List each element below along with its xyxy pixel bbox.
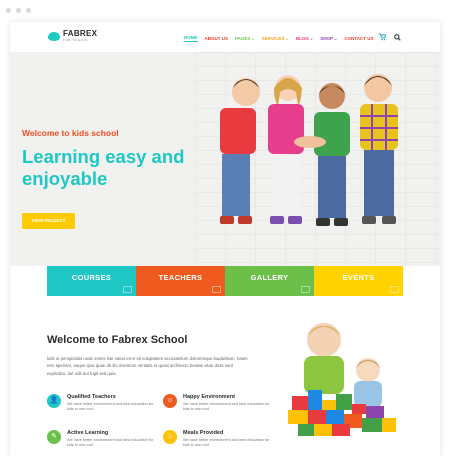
chevron-down-icon: ⌄	[309, 35, 314, 41]
view-project-button[interactable]: VIEW PROJECT	[22, 213, 75, 229]
courses-icon	[123, 286, 132, 293]
window-dot	[6, 8, 11, 13]
tile-events[interactable]: EVENTS	[314, 266, 403, 296]
window-controls	[6, 8, 31, 13]
brand-tagline: FOR SCHOOL	[63, 38, 89, 42]
chevron-down-icon: ⌄	[333, 35, 338, 41]
tile-gallery[interactable]: GALLERY	[225, 266, 314, 296]
tile-teachers[interactable]: TEACHERS	[136, 266, 225, 296]
main-nav: HOME ABOUT US PAGES⌄ SERVICES⌄ BLOG⌄ SHO…	[184, 33, 402, 43]
window-dot	[16, 8, 21, 13]
welcome-title: Welcome to Fabrex School	[47, 334, 188, 346]
feature-tiles: COURSES TEACHERS GALLERY EVENTS	[47, 266, 403, 296]
nav-shop[interactable]: SHOP⌄	[320, 36, 337, 41]
hero-title: Learning easy and enjoyable	[22, 146, 185, 189]
logo-mark-icon	[48, 31, 60, 41]
nav-contact-us[interactable]: CONTACT US	[344, 36, 373, 41]
nav-pages[interactable]: PAGES⌄	[235, 36, 255, 41]
teacher-icon: 👤	[47, 394, 61, 408]
nav-about-us[interactable]: ABOUT US	[205, 36, 229, 41]
toddlers-blocks-photo	[288, 323, 396, 436]
feature-meals-provided: ♨ Meals Provided We have better environm…	[163, 430, 273, 450]
nav-services[interactable]: SERVICES⌄	[262, 36, 289, 41]
feature-desc: We have better environment and best educ…	[67, 438, 154, 448]
logo[interactable]: FABREX FOR SCHOOL	[48, 30, 97, 42]
feature-desc: We have better environment and best educ…	[183, 438, 270, 448]
chevron-down-icon: ⌄	[285, 35, 289, 41]
cart-icon[interactable]	[378, 33, 387, 43]
nav-blog[interactable]: BLOG⌄	[296, 36, 313, 41]
site-header: FABREX FOR SCHOOL HOME ABOUT US PAGES⌄ S…	[10, 22, 440, 52]
feature-desc: We have better environment and best educ…	[67, 402, 154, 412]
feature-title: Active Learning	[67, 430, 109, 436]
events-icon	[390, 286, 399, 293]
chevron-down-icon: ⌄	[251, 35, 255, 41]
nav-home[interactable]: HOME	[184, 35, 198, 42]
feature-title: Qualified Teachers	[67, 394, 116, 400]
search-icon[interactable]	[394, 33, 402, 43]
feature-happy-environment: ☺ Happy Environment We have better envir…	[163, 394, 273, 414]
feature-title: Happy Environment	[183, 394, 235, 400]
window-dot	[26, 8, 31, 13]
hero-subtitle: Welcome to kids school	[22, 128, 119, 138]
hero-banner: Welcome to kids school Learning easy and…	[10, 52, 440, 266]
meal-icon: ♨	[163, 430, 177, 444]
brand-name: FABREX	[63, 29, 98, 38]
tile-courses[interactable]: COURSES	[47, 266, 136, 296]
feature-desc: We have better environment and best educ…	[183, 402, 270, 412]
welcome-text: kids ut perspiciatis unde omnis iste nat…	[47, 356, 248, 376]
learning-icon: ✎	[47, 430, 61, 444]
feature-active-learning: ✎ Active Learning We have better environ…	[47, 430, 157, 450]
smile-icon: ☺	[163, 394, 177, 408]
feature-qualified-teachers: 👤 Qualified Teachers We have better envi…	[47, 394, 157, 414]
page-frame: FABREX FOR SCHOOL HOME ABOUT US PAGES⌄ S…	[10, 22, 440, 456]
teachers-icon	[212, 286, 221, 293]
kids-photo	[220, 74, 398, 226]
gallery-icon	[301, 286, 310, 293]
feature-title: Meals Provided	[183, 430, 224, 436]
